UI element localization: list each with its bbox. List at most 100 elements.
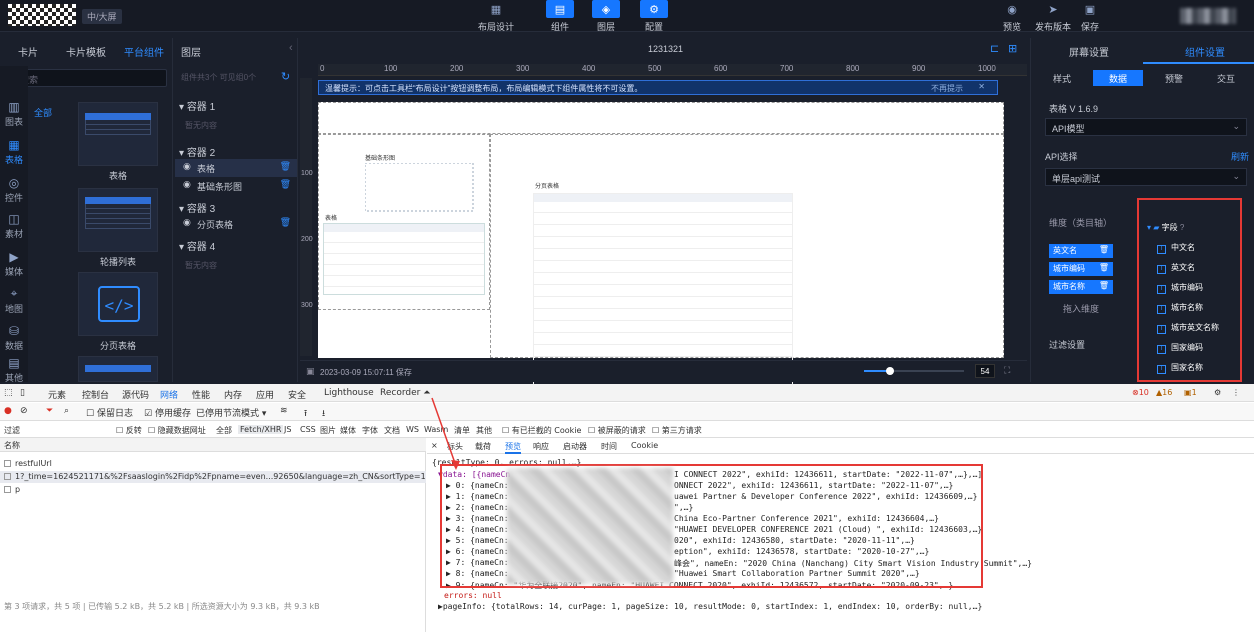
- filter-fetch-xhr[interactable]: Fetch/XHR: [238, 425, 284, 434]
- filter-input[interactable]: 过滤: [4, 425, 20, 436]
- user-avatar[interactable]: [1180, 8, 1236, 24]
- blocked-cookies-checkbox[interactable]: ☐ 有已拦截的 Cookie: [502, 425, 581, 436]
- tab-lighthouse[interactable]: Lighthouse: [324, 388, 374, 398]
- layout-icon[interactable]: ▣: [306, 366, 315, 377]
- tab-sources[interactable]: 源代码: [122, 388, 149, 401]
- component-button[interactable]: ▤ 组件: [540, 0, 580, 33]
- filter-other[interactable]: 其他: [476, 425, 492, 436]
- layer-item-table[interactable]: ◉ 表格 🗑: [175, 159, 297, 177]
- tab-headers[interactable]: 标头: [447, 441, 463, 452]
- container-1[interactable]: [318, 102, 1004, 134]
- rail-other[interactable]: ▤ 其他: [0, 356, 28, 384]
- field-item[interactable]: T 城市编码: [1157, 282, 1203, 294]
- third-party-checkbox[interactable]: ☐ 第三方请求: [652, 425, 702, 436]
- align-icon[interactable]: ⊏: [990, 42, 999, 55]
- category-all[interactable]: 全部: [34, 106, 52, 119]
- fit-screen-icon[interactable]: ⛶: [1004, 365, 1010, 376]
- filter-wasm[interactable]: Wasm: [424, 425, 448, 434]
- settings-gear-icon[interactable]: ⚙: [1214, 388, 1221, 397]
- refresh-link[interactable]: 刷新: [1231, 150, 1249, 163]
- info-count[interactable]: ▣1: [1184, 388, 1197, 397]
- field-item[interactable]: T 中文名: [1157, 242, 1195, 254]
- rail-map[interactable]: ⌖ 地图: [0, 286, 28, 315]
- layer-item-paged-table[interactable]: ◉ 分页表格 🗑: [175, 215, 297, 233]
- trash-icon[interactable]: 🗑: [280, 217, 291, 228]
- dont-show-again[interactable]: 不再提示: [931, 83, 963, 94]
- zoom-value[interactable]: 54: [975, 364, 995, 378]
- field-item[interactable]: T 国家编码: [1157, 342, 1203, 354]
- filter-css[interactable]: CSS: [300, 425, 316, 434]
- model-select[interactable]: API模型 ⌄: [1045, 118, 1247, 136]
- tab-security[interactable]: 安全: [288, 388, 306, 401]
- tab-console[interactable]: 控制台: [82, 388, 109, 401]
- api-select[interactable]: 单层api测试 ⌄: [1045, 168, 1247, 186]
- field-root[interactable]: ▾ ▰ 字段 ?: [1147, 222, 1184, 233]
- blocked-requests-checkbox[interactable]: ☐ 被屏蔽的请求: [588, 425, 646, 436]
- disable-cache-checkbox[interactable]: ☑ 停用缓存: [144, 406, 191, 419]
- layout-design-button[interactable]: ▦ 布局设计: [476, 0, 516, 33]
- component-thumb-table[interactable]: [78, 102, 158, 166]
- request-row[interactable]: restfulUrl: [0, 458, 426, 470]
- warning-count[interactable]: ▲16: [1156, 388, 1172, 397]
- tab-network[interactable]: 网络: [160, 388, 178, 401]
- save-button[interactable]: ▣ 保存: [1070, 0, 1110, 33]
- refresh-icon[interactable]: ↻: [281, 70, 290, 83]
- tab-screen-settings[interactable]: 屏幕设置: [1069, 44, 1109, 59]
- rail-material[interactable]: ◫ 素材: [0, 212, 28, 240]
- dimension-chip[interactable]: 英文名 🗑: [1049, 244, 1113, 258]
- rail-table[interactable]: ▦ 表格: [0, 138, 28, 166]
- tab-platform-component[interactable]: 平台组件: [124, 44, 164, 59]
- rail-control[interactable]: ◎ 控件: [0, 176, 28, 204]
- dimension-chip[interactable]: 城市编码 🗑: [1049, 262, 1113, 276]
- container-2[interactable]: 基础条形图 表格: [318, 134, 490, 310]
- rail-chart[interactable]: ▥ 图表: [0, 100, 28, 128]
- error-count[interactable]: ⊗10: [1132, 388, 1149, 397]
- tab-elements[interactable]: 元素: [48, 388, 66, 401]
- component-thumb-carousel-list[interactable]: [78, 188, 158, 252]
- inspect-icon[interactable]: ⬚: [4, 388, 13, 398]
- trash-icon[interactable]: 🗑: [280, 179, 291, 190]
- subtab-data[interactable]: 数据: [1093, 70, 1143, 86]
- collapse-icon[interactable]: ‹: [289, 42, 293, 54]
- field-item[interactable]: T 城市名称: [1157, 302, 1203, 314]
- preview-button[interactable]: ◉ 预览: [992, 0, 1032, 33]
- eye-icon[interactable]: ◉: [183, 217, 191, 228]
- filter-ws[interactable]: WS: [406, 425, 419, 434]
- eye-icon[interactable]: ◉: [183, 161, 191, 172]
- tab-timing[interactable]: 时间: [601, 441, 617, 452]
- subtab-alert[interactable]: 预警: [1149, 70, 1199, 86]
- tab-application[interactable]: 应用: [256, 388, 274, 401]
- rail-media[interactable]: ▶ 媒体: [0, 250, 28, 278]
- request-row[interactable]: 1?_time=1624521171&%2Fsaaslogin%2Fidp%2F…: [0, 471, 426, 483]
- subtab-interaction[interactable]: 交互: [1201, 70, 1251, 86]
- zoom-slider-handle[interactable]: [886, 367, 894, 375]
- layer-group-4[interactable]: ▾ 容器 4: [179, 238, 215, 253]
- tab-initiator[interactable]: 启动器: [563, 441, 587, 452]
- download-icon[interactable]: ⭳: [322, 406, 325, 422]
- container-3[interactable]: 分页表格: [490, 134, 1004, 393]
- filter-font[interactable]: 字体: [362, 425, 378, 436]
- throttle-select[interactable]: 已停用节流模式 ▾: [196, 406, 266, 419]
- layer-group-3[interactable]: ▾ 容器 3: [179, 200, 215, 215]
- preserve-log-checkbox[interactable]: ☐ 保留日志: [86, 406, 133, 419]
- help-icon[interactable]: ?: [1180, 223, 1184, 232]
- tab-cookie[interactable]: Cookie: [631, 441, 658, 450]
- eye-icon[interactable]: ◉: [183, 179, 191, 190]
- tab-memory[interactable]: 内存: [224, 388, 242, 401]
- hide-data-urls-checkbox[interactable]: ☐ 隐藏数据网址: [148, 425, 206, 436]
- json-pageinfo-line[interactable]: ▶pageInfo: {totalRows: 14, curPage: 1, p…: [438, 602, 982, 613]
- screen-size-tag[interactable]: 中/大屏: [82, 9, 122, 24]
- tab-card[interactable]: 卡片: [18, 44, 38, 59]
- more-icon[interactable]: ⋮: [1232, 388, 1240, 397]
- search-icon[interactable]: ⌕: [64, 406, 69, 416]
- request-row[interactable]: p: [0, 484, 426, 496]
- filter-media[interactable]: 媒体: [340, 425, 356, 436]
- layer-group-1[interactable]: ▾ 容器 1: [179, 98, 215, 113]
- publish-button[interactable]: ➤ 发布版本: [1031, 0, 1075, 33]
- clear-icon[interactable]: ⊘: [20, 406, 28, 416]
- tab-component-settings[interactable]: 组件设置: [1185, 44, 1225, 59]
- filter-all[interactable]: 全部: [216, 425, 232, 436]
- tab-performance[interactable]: 性能: [192, 388, 210, 401]
- close-icon[interactable]: ×: [431, 441, 438, 450]
- tab-response[interactable]: 响应: [533, 441, 549, 452]
